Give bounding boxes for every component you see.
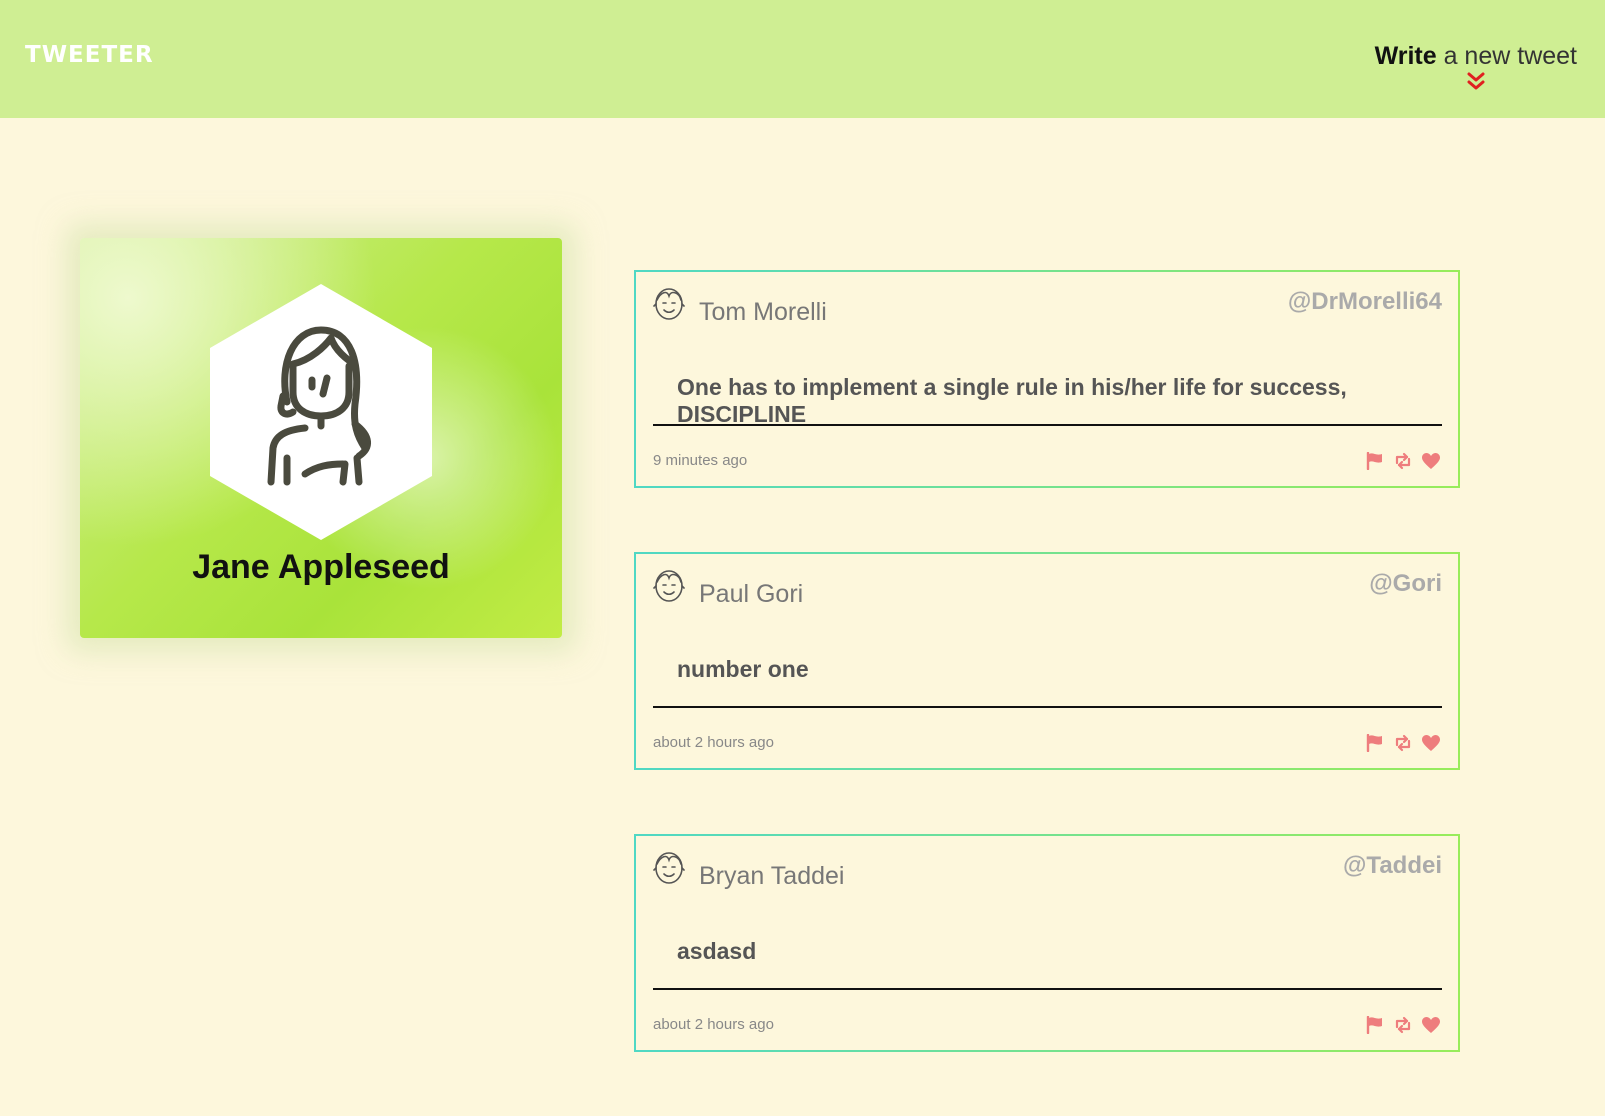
woman-avatar-icon [267, 326, 371, 486]
user-face-icon [653, 288, 685, 320]
tweet-card: Paul Gori @Gori number one about 2 hours… [634, 552, 1460, 770]
tweet-timestamp: about 2 hours ago [653, 734, 774, 751]
tweet-text: asdasd [677, 938, 757, 964]
tweet-timestamp: 9 minutes ago [653, 452, 748, 469]
tweet-divider [653, 424, 1442, 426]
app-logo[interactable]: TWEETER [25, 42, 154, 68]
flag-icon[interactable] [1365, 1015, 1385, 1035]
profile-name: Jane Appleseed [192, 548, 450, 586]
tweet-card: Bryan Taddei @Taddei asdasd about 2 hour… [634, 834, 1460, 1052]
tweet-author-handle[interactable]: @DrMorelli64 [1288, 288, 1442, 316]
user-face-icon [653, 570, 685, 602]
tweet-actions [1365, 451, 1441, 471]
flag-icon[interactable] [1365, 733, 1385, 753]
tweet-actions [1365, 733, 1441, 753]
heart-icon[interactable] [1421, 452, 1441, 470]
tweet-author-handle[interactable]: @Gori [1369, 570, 1442, 598]
tweet-feed: Tom Morelli @DrMorelli64 One has to impl… [634, 270, 1460, 1116]
write-new-tweet-button[interactable]: Write a new tweet [1375, 42, 1577, 93]
profile-card: Jane Appleseed [80, 238, 562, 638]
user-face-icon [653, 852, 685, 884]
tweet-text: number one [677, 656, 809, 682]
tweet-author-name[interactable]: Bryan Taddei [699, 862, 844, 891]
tweet-author-handle[interactable]: @Taddei [1343, 852, 1442, 880]
retweet-icon[interactable] [1393, 734, 1413, 752]
top-nav-bar: TWEETER Write a new tweet [0, 0, 1605, 118]
retweet-icon[interactable] [1393, 452, 1413, 470]
write-label-rest: a new tweet [1436, 42, 1577, 70]
heart-icon[interactable] [1421, 1016, 1441, 1034]
retweet-icon[interactable] [1393, 1016, 1413, 1034]
tweet-card: Tom Morelli @DrMorelli64 One has to impl… [634, 270, 1460, 488]
flag-icon[interactable] [1365, 451, 1385, 471]
tweet-actions [1365, 1015, 1441, 1035]
write-new-tweet-label: Write a new tweet [1375, 42, 1577, 71]
tweet-timestamp: about 2 hours ago [653, 1016, 774, 1033]
write-label-strong: Write [1374, 42, 1437, 70]
double-chevron-down-icon [1467, 72, 1485, 90]
heart-icon[interactable] [1421, 734, 1441, 752]
tweet-text: One has to implement a single rule in hi… [677, 374, 1347, 427]
tweet-author-name[interactable]: Paul Gori [699, 580, 803, 609]
tweet-divider [653, 988, 1442, 990]
tweet-divider [653, 706, 1442, 708]
tweet-author-name[interactable]: Tom Morelli [699, 298, 827, 327]
